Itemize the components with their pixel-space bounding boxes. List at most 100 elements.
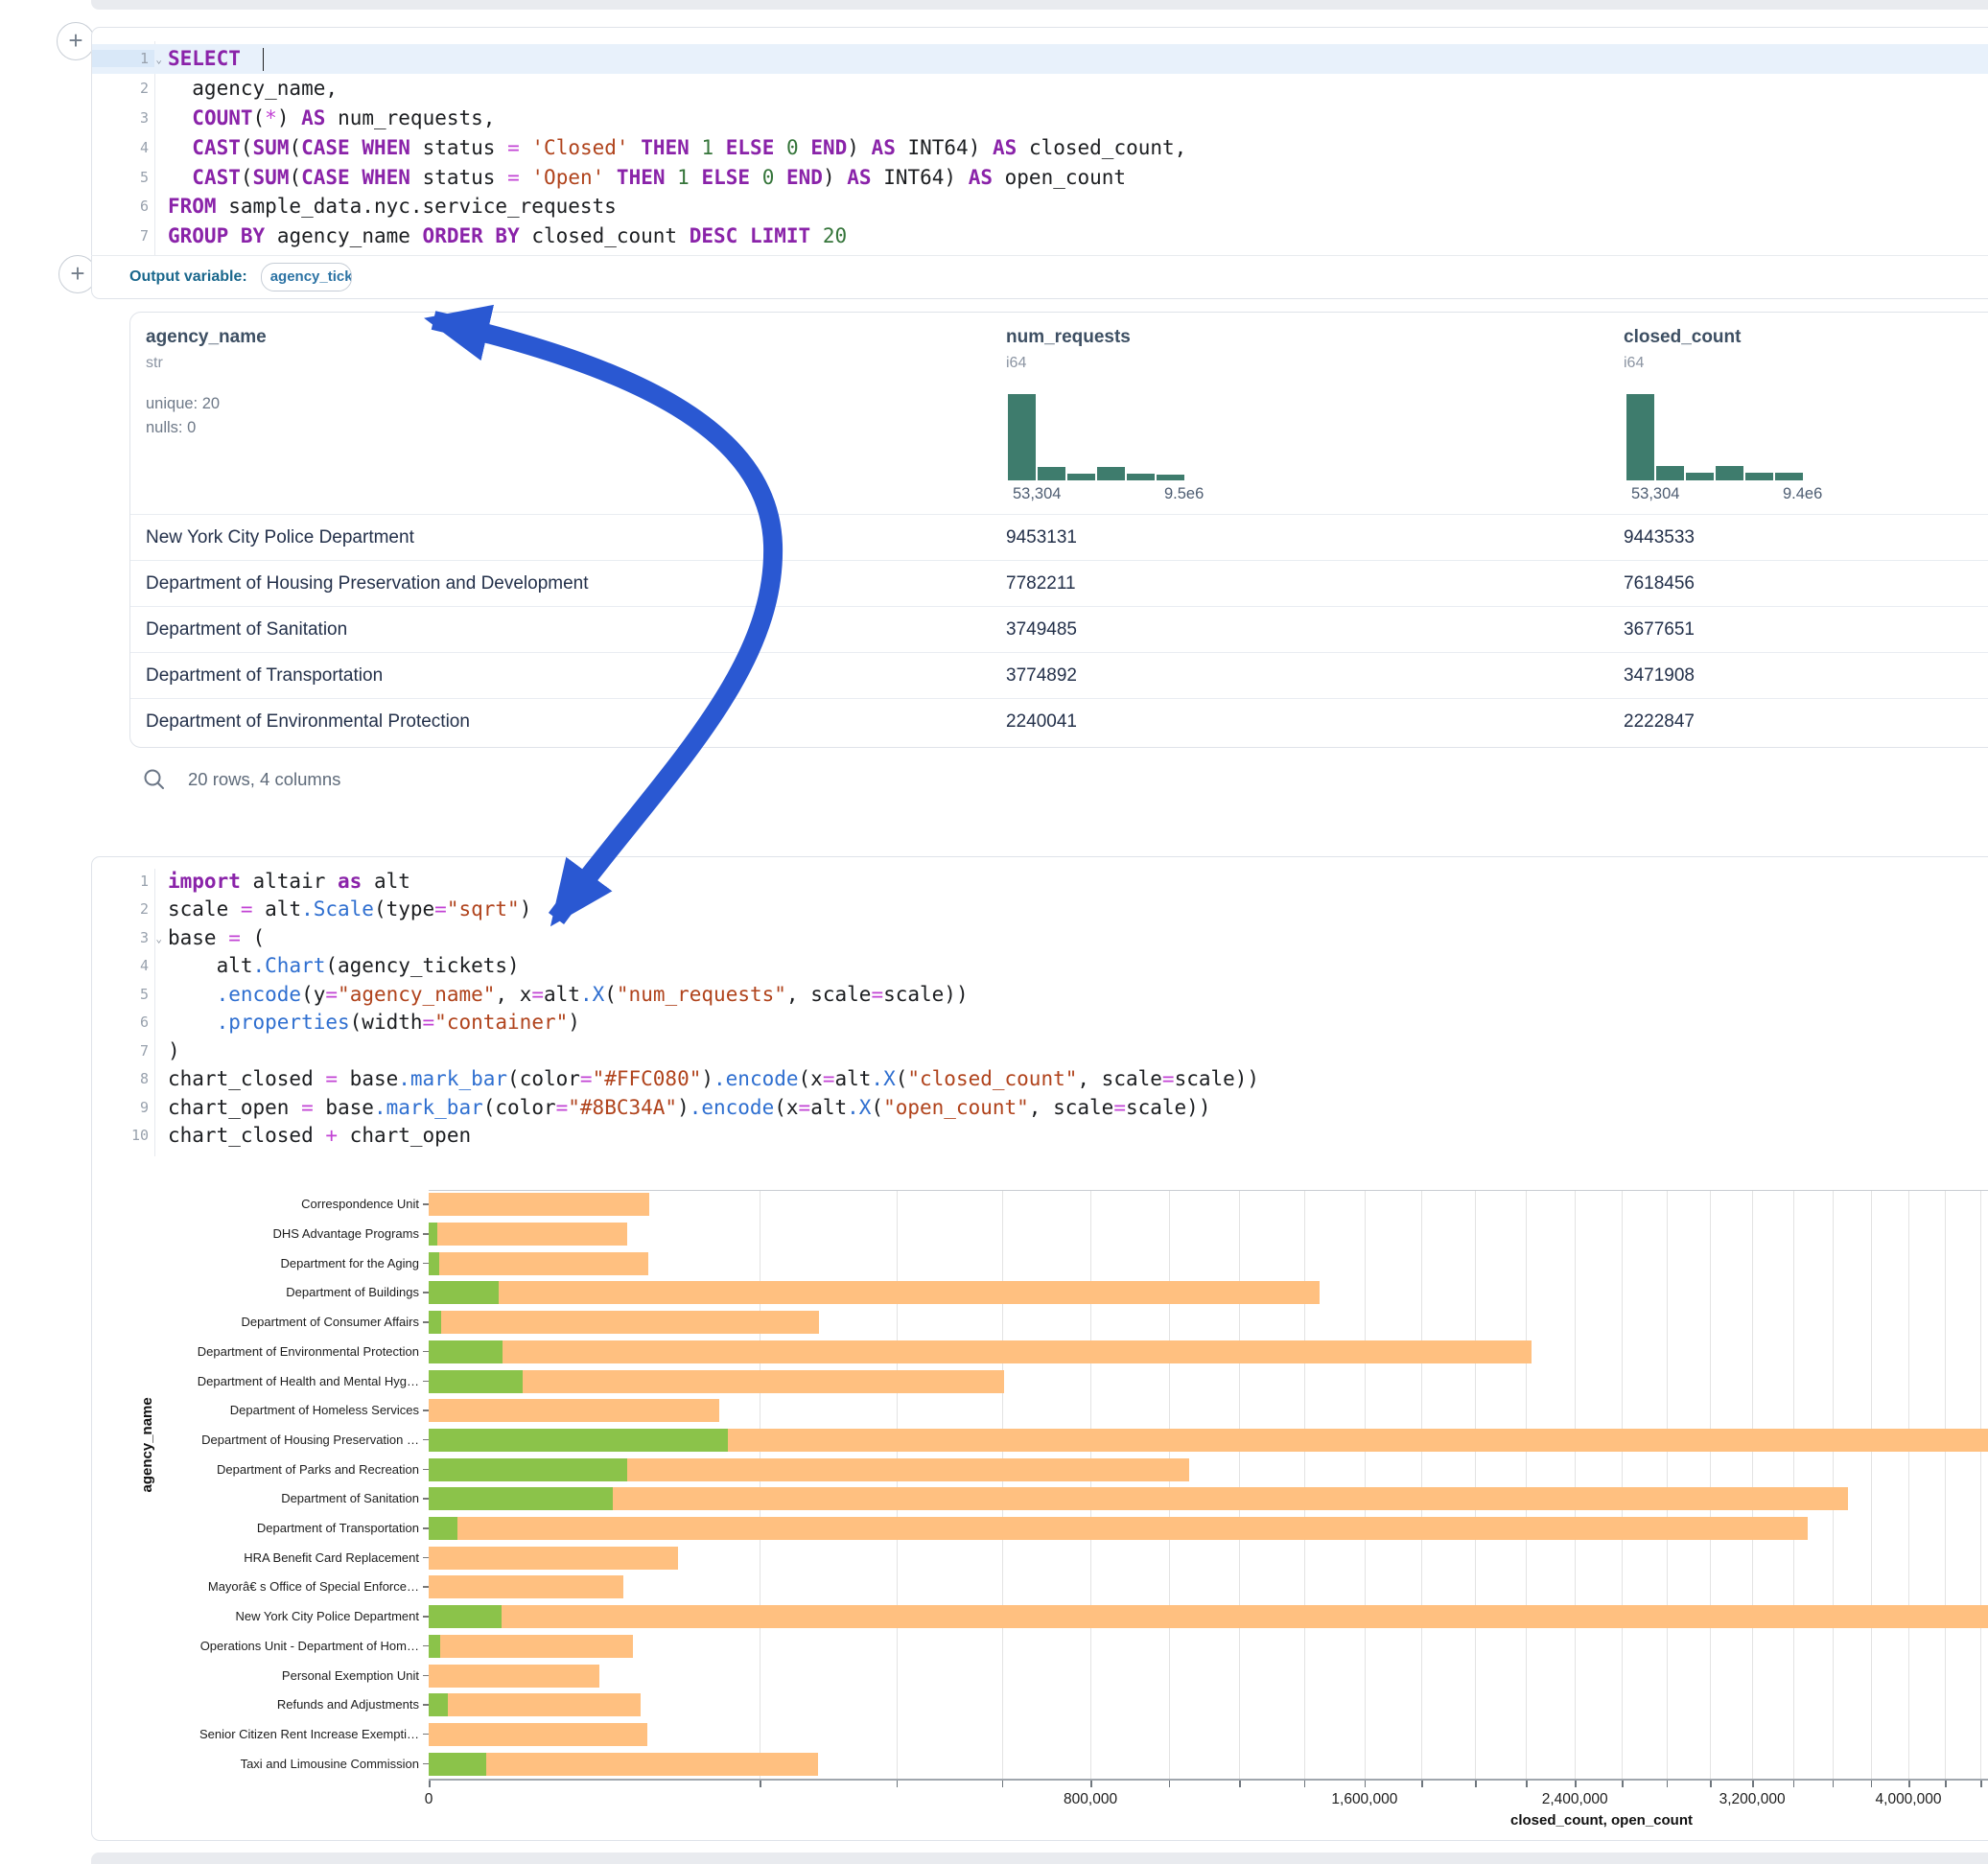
bar-closed[interactable] [429,1281,1320,1304]
next-cell-collapsed[interactable] [91,1852,1988,1864]
histogram-bin [1038,467,1065,480]
bar-closed[interactable] [429,1311,819,1334]
code-text: chart_open = base.mark_bar(color="#8BC34… [154,1096,1210,1119]
code-token: , scale [1029,1096,1114,1119]
code-line[interactable]: 5 CAST(SUM(CASE WHEN status = 'Open' THE… [92,162,1988,192]
bar-closed[interactable] [429,1575,623,1598]
python-code-editor[interactable]: 1import altair as alt2scale = alt.Scale(… [92,867,1988,1150]
column-header-agency-name[interactable]: agency_name [146,327,267,348]
table-cell: 3774892 [1006,665,1077,687]
code-token: alt [834,1067,871,1090]
code-line[interactable]: 1import altair as alt [92,867,1988,896]
bar-open[interactable] [429,1281,499,1304]
code-line[interactable]: 4 alt.Chart(agency_tickets) [92,952,1988,981]
code-token: END [810,136,847,159]
code-token: .mark_bar [398,1067,507,1090]
code-token [168,136,192,159]
table-row[interactable]: Department of Transportation377489234719… [130,652,1988,699]
column-header-num-requests[interactable]: num_requests [1006,327,1131,348]
add-cell-button-top[interactable] [57,22,95,60]
code-text: import altair as alt [154,870,410,893]
bar-open[interactable] [429,1635,440,1658]
gridline [1833,1190,1834,1779]
code-line[interactable]: 1⌄SELECT [92,44,1988,74]
x-tick [1304,1781,1306,1787]
code-token: SELECT [168,47,241,70]
code-line[interactable]: 10chart_closed + chart_open [92,1122,1988,1151]
bar-closed[interactable] [429,1193,649,1216]
bar-open[interactable] [429,1429,728,1452]
bar-closed[interactable] [429,1693,641,1716]
table-row[interactable]: Department of Environmental Protection22… [130,698,1988,745]
column-header-closed-count[interactable]: closed_count [1624,327,1741,348]
code-token: as [338,870,362,893]
code-line[interactable]: 7GROUP BY agency_name ORDER BY closed_co… [92,221,1988,251]
line-number: 4 [92,957,154,974]
bar-closed[interactable] [429,1547,678,1570]
code-token: scale)) [883,983,969,1006]
bar-closed[interactable] [429,1487,1848,1510]
code-token: "sqrt" [447,897,520,920]
histogram-bin [1775,473,1803,480]
x-tick [1871,1781,1873,1787]
bar-closed[interactable] [429,1605,1988,1628]
code-token: ( [289,136,301,159]
bar-open[interactable] [429,1252,439,1275]
bar-open[interactable] [429,1311,441,1334]
bar-closed[interactable] [429,1723,647,1746]
bar-open[interactable] [429,1487,613,1510]
code-line[interactable]: 2 agency_name, [92,74,1988,104]
bar-open[interactable] [429,1693,448,1716]
code-line[interactable]: 3 COUNT(*) AS num_requests, [92,104,1988,133]
code-line[interactable]: 3⌄base = ( [92,923,1988,952]
previous-cell-collapsed[interactable] [91,0,1988,10]
code-token: alt [362,870,410,893]
code-token: = [325,1067,338,1090]
code-token: = [228,926,241,949]
code-line[interactable]: 2scale = alt.Scale(type="sqrt") [92,896,1988,924]
code-line[interactable]: 8chart_closed = base.mark_bar(color="#FF… [92,1065,1988,1094]
bar-closed[interactable] [429,1665,599,1688]
code-token: ( [241,136,253,159]
bar-closed[interactable] [429,1399,719,1422]
bar-closed[interactable] [429,1635,633,1658]
code-token [774,136,786,159]
output-variable-pill[interactable]: agency_tickets [261,263,352,291]
code-token: WHEN [362,166,410,189]
table-row[interactable]: New York City Police Department945313194… [130,514,1988,561]
sql-code-editor[interactable]: 1⌄SELECT 2 agency_name,3 COUNT(*) AS num… [92,44,1988,251]
code-line[interactable]: 9chart_open = base.mark_bar(color="#8BC3… [92,1093,1988,1122]
bar-closed[interactable] [429,1252,648,1275]
code-line[interactable]: 6 .properties(width="container") [92,1009,1988,1037]
bar-open[interactable] [429,1753,486,1776]
bar-open[interactable] [429,1370,523,1393]
bar-closed[interactable] [429,1223,627,1246]
x-tick [1002,1781,1004,1787]
fold-caret-icon[interactable]: ⌄ [155,54,162,66]
bar-closed[interactable] [429,1340,1532,1363]
table-row[interactable]: Department of Sanitation37494853677651 [130,606,1988,653]
bar-open[interactable] [429,1458,627,1481]
code-token: , x [495,983,531,1006]
code-line[interactable]: 4 CAST(SUM(CASE WHEN status = 'Closed' T… [92,132,1988,162]
bar-open[interactable] [429,1605,502,1628]
code-line[interactable]: 6FROM sample_data.nyc.service_requests [92,192,1988,221]
table-row[interactable]: Department of Housing Preservation and D… [130,560,1988,607]
bar-closed[interactable] [429,1517,1808,1540]
code-token [520,166,532,189]
bar-closed[interactable] [429,1753,818,1776]
table-footer: 20 rows, 4 columns [142,767,340,792]
bar-open[interactable] [429,1340,503,1363]
code-token: .encode [217,983,302,1006]
search-icon[interactable] [142,767,167,792]
bar-open[interactable] [429,1517,457,1540]
fold-caret-icon[interactable]: ⌄ [155,932,162,944]
x-tick [1833,1781,1835,1787]
column-type-closed-count: i64 [1624,355,1644,372]
x-tick [1526,1781,1528,1787]
code-token: CASE [301,136,350,159]
bar-open[interactable] [429,1223,437,1246]
code-line[interactable]: 5 .encode(y="agency_name", x=alt.X("num_… [92,980,1988,1009]
histogram-bin [1686,473,1714,480]
code-line[interactable]: 7) [92,1037,1988,1065]
